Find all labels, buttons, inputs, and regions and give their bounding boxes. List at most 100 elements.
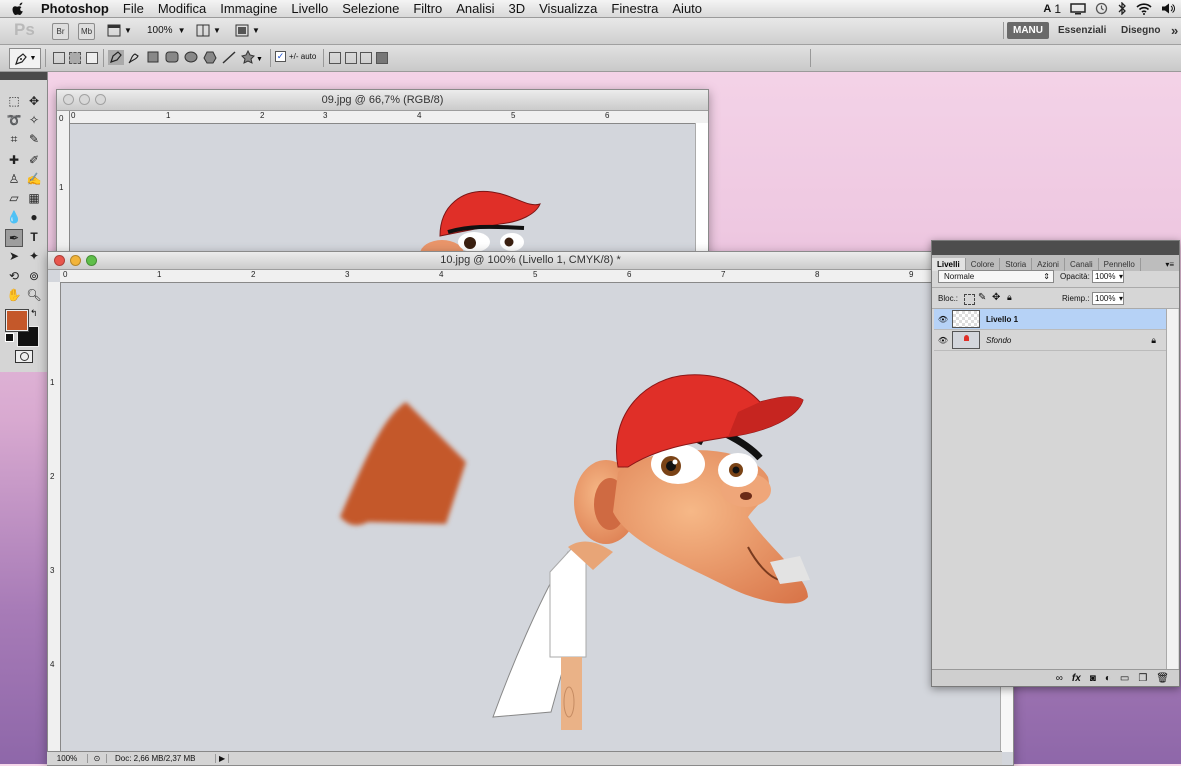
lock-position-icon[interactable]: ✥ <box>992 292 1000 303</box>
clone-stamp-icon[interactable]: ♙ <box>6 171 22 187</box>
workspace-disegno[interactable]: Disegno <box>1121 22 1160 39</box>
document-window-back[interactable]: 09.jpg @ 66,7% (RGB/8) 0 1 2 3 4 5 6 0 1 <box>56 89 709 266</box>
tool-preset-picker[interactable]: ▼ <box>9 48 41 69</box>
adobe-icon[interactable]: A <box>1043 3 1051 15</box>
subtract-shape-icon[interactable] <box>345 52 357 64</box>
document-window-front[interactable]: 10.jpg @ 100% (Livello 1, CMYK/8) * 0 1 … <box>47 251 1014 766</box>
crop-tool-icon[interactable]: ⌗ <box>6 131 22 147</box>
vertical-scrollbar[interactable] <box>695 123 708 265</box>
default-colors-icon[interactable] <box>5 333 14 342</box>
workspace-essenziali[interactable]: Essenziali <box>1058 22 1106 39</box>
rounded-rectangle-icon[interactable] <box>165 51 179 63</box>
layer-name[interactable]: Livello 1 <box>986 315 1018 324</box>
horizontal-ruler[interactable]: 0 1 2 3 4 5 6 7 8 9 <box>60 270 1013 283</box>
close-window-icon[interactable] <box>63 94 74 105</box>
freeform-pen-icon[interactable] <box>127 50 141 65</box>
menu-3d[interactable]: 3D <box>502 1 533 16</box>
status-menu-arrow-icon[interactable]: ▶ <box>215 754 230 763</box>
paths-mode-icon[interactable] <box>69 52 81 64</box>
time-machine-icon[interactable] <box>1095 2 1108 15</box>
info-icon[interactable]: ⊙ <box>88 754 107 763</box>
3d-orbit-icon[interactable]: ⊚ <box>26 268 42 284</box>
new-layer-icon[interactable]: ❐ <box>1138 673 1147 684</box>
path-selection-icon[interactable]: ➤ <box>6 248 22 264</box>
bluetooth-icon[interactable] <box>1117 2 1127 15</box>
move-tool-icon[interactable]: ✥ <box>26 93 42 109</box>
menu-finestra[interactable]: Finestra <box>604 1 665 16</box>
custom-shape-tool-icon[interactable]: ✦ <box>26 248 42 264</box>
ellipse-tool-icon[interactable] <box>184 51 198 63</box>
visibility-eye-icon[interactable]: 👁︎ <box>934 336 952 345</box>
swap-colors-icon[interactable]: ↰ <box>30 308 38 319</box>
history-brush-icon[interactable]: ✍ <box>26 171 42 187</box>
status-zoom[interactable]: 100% <box>47 754 88 763</box>
exclude-shape-icon[interactable] <box>376 52 388 64</box>
panel-header[interactable] <box>932 241 1179 255</box>
menu-aiuto[interactable]: Aiuto <box>665 1 709 16</box>
delete-layer-icon[interactable]: 🗑︎ <box>1156 673 1169 684</box>
opacity-input[interactable]: 100% ▾ <box>1092 270 1124 283</box>
canvas-artwork[interactable] <box>328 372 888 742</box>
marquee-tool-icon[interactable]: ⬚ <box>6 93 22 109</box>
apple-icon[interactable] <box>12 2 26 16</box>
launch-bridge-button[interactable]: Br <box>52 23 69 40</box>
zoom-window-icon[interactable] <box>86 255 97 266</box>
blend-mode-dropdown[interactable]: Normale ⇕ <box>938 270 1054 283</box>
workspace-manu[interactable]: MANU <box>1007 22 1049 39</box>
eyedropper-icon[interactable]: ✎ <box>26 131 42 147</box>
vertical-ruler[interactable]: 1 2 3 4 <box>48 282 61 752</box>
menu-visualizza[interactable]: Visualizza <box>532 1 604 16</box>
adjustment-layer-icon[interactable]: ◐ <box>1105 673 1111 684</box>
layers-scrollbar[interactable] <box>1166 309 1178 671</box>
hand-tool-icon[interactable]: ✋ <box>6 287 22 303</box>
more-workspaces-button[interactable]: » <box>1171 22 1178 39</box>
shape-layers-icon[interactable] <box>53 52 65 64</box>
zoom-window-icon[interactable] <box>95 94 106 105</box>
intersect-shape-icon[interactable] <box>360 52 372 64</box>
layer-style-icon[interactable]: fx <box>1072 673 1081 684</box>
auto-add-delete-toggle[interactable]: ✓ +/- auto <box>275 51 316 62</box>
launch-minibridge-button[interactable]: Mb <box>78 23 95 40</box>
pen-tool-icon[interactable]: ✒ <box>5 229 23 247</box>
close-window-icon[interactable] <box>54 255 65 266</box>
minimize-window-icon[interactable] <box>70 255 81 266</box>
custom-shape-icon[interactable]: ▼ <box>241 50 263 64</box>
lock-pixels-icon[interactable]: ✎ <box>978 292 986 303</box>
magic-wand-icon[interactable]: ✧ <box>26 112 42 128</box>
menu-app-name[interactable]: Photoshop <box>34 1 116 16</box>
polygon-tool-icon[interactable] <box>203 51 217 64</box>
quick-mask-button[interactable] <box>15 350 33 363</box>
lock-transparency-icon[interactable] <box>964 294 975 305</box>
blur-tool-icon[interactable]: 💧 <box>6 209 22 225</box>
lasso-tool-icon[interactable]: ➰ <box>6 112 22 128</box>
fill-input[interactable]: 100% ▾ <box>1092 292 1124 305</box>
document-titlebar[interactable]: 10.jpg @ 100% (Livello 1, CMYK/8) * <box>48 252 1013 270</box>
lock-all-icon[interactable]: 🔒︎ <box>1007 292 1012 303</box>
vertical-ruler[interactable]: 0 1 <box>57 111 70 265</box>
wifi-icon[interactable] <box>1136 2 1152 15</box>
pen-tool-icon[interactable] <box>108 50 124 65</box>
eraser-tool-icon[interactable]: ▱ <box>6 190 22 206</box>
link-layers-icon[interactable]: ∞ <box>1056 673 1063 684</box>
3d-rotate-icon[interactable]: ⟲ <box>6 268 22 284</box>
new-group-icon[interactable]: ▭ <box>1120 673 1129 684</box>
menu-selezione[interactable]: Selezione <box>335 1 406 16</box>
view-extras-menu[interactable]: ▼ <box>107 23 133 38</box>
layer-name[interactable]: Sfondo <box>986 336 1011 345</box>
gradient-tool-icon[interactable]: ▦ <box>26 190 42 206</box>
layer-row-sfondo[interactable]: 👁︎ Sfondo 🔒︎ <box>934 330 1166 351</box>
foreground-color-swatch[interactable] <box>5 309 29 332</box>
visibility-eye-icon[interactable]: 👁︎ <box>934 315 952 324</box>
panel-menu-icon[interactable]: ▾≡ <box>1160 260 1179 271</box>
fill-pixels-icon[interactable] <box>86 52 98 64</box>
volume-icon[interactable] <box>1161 2 1175 15</box>
menu-modifica[interactable]: Modifica <box>151 1 213 16</box>
healing-brush-icon[interactable]: ✚ <box>6 152 22 168</box>
zoom-tool-icon[interactable]: 🔍︎ <box>26 287 42 303</box>
minimize-window-icon[interactable] <box>79 94 90 105</box>
menu-file[interactable]: File <box>116 1 151 16</box>
checkbox-checked-icon[interactable]: ✓ <box>275 51 286 62</box>
layer-row-livello-1[interactable]: 👁︎ Livello 1 <box>934 309 1166 330</box>
menu-analisi[interactable]: Analisi <box>449 1 501 16</box>
add-mask-icon[interactable]: ◙ <box>1090 673 1096 684</box>
